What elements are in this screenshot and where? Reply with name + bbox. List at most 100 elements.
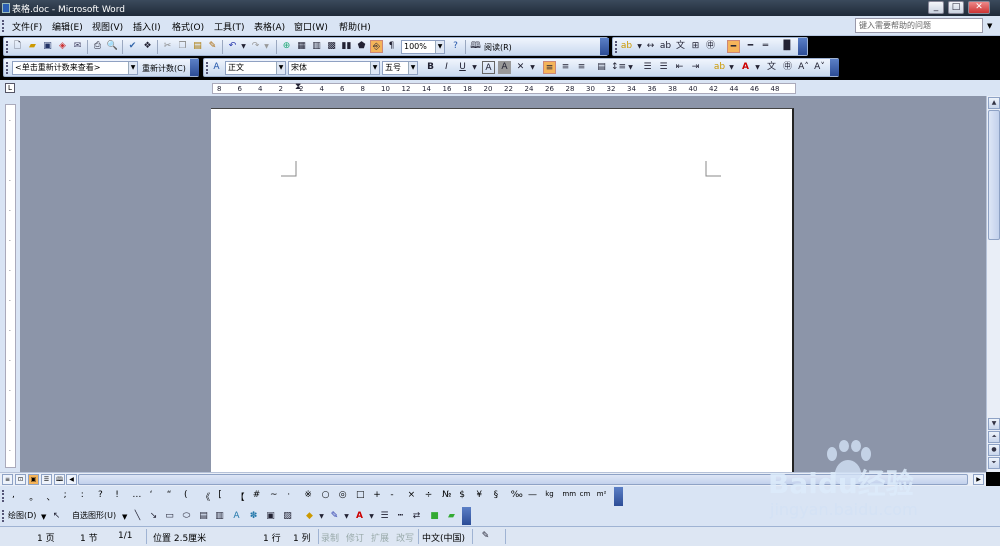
symbol-button[interactable]: $: [459, 490, 465, 500]
word-count-select[interactable]: <单击重新计数来查看> ▼: [12, 61, 138, 75]
symbol-button[interactable]: cm: [580, 490, 591, 498]
toolbar-grip[interactable]: [6, 41, 8, 53]
styles-icon[interactable]: A: [210, 61, 223, 74]
toolbar-grip[interactable]: [206, 62, 208, 74]
style-select[interactable]: 正文 ▼: [225, 61, 286, 75]
menu-tools[interactable]: 工具(T): [214, 20, 245, 33]
insert-table-icon[interactable]: ▥: [310, 40, 323, 53]
menu-insert[interactable]: 插入(I): [133, 20, 161, 33]
save-icon[interactable]: ▣: [41, 40, 54, 53]
diagram-icon[interactable]: ✽: [247, 510, 260, 523]
symbol-button[interactable]: +: [373, 490, 381, 500]
bullets-icon[interactable]: ☰: [657, 61, 670, 74]
3d-style-icon[interactable]: ▰: [445, 510, 458, 523]
autoshapes-button[interactable]: 自选图形(U): [72, 510, 116, 521]
highlight-color-dropdown-icon[interactable]: ▼: [725, 61, 738, 74]
textbox-icon[interactable]: ▤: [197, 510, 210, 523]
menu-file[interactable]: 文件(F): [12, 20, 42, 33]
shrink-font-icon[interactable]: A˅: [813, 61, 826, 74]
indent-marker-icon[interactable]: ⧗: [295, 82, 301, 92]
font-color-draw-dropdown-icon[interactable]: ▼: [365, 510, 378, 523]
status-language[interactable]: 中文(中国): [422, 531, 465, 544]
symbol-button[interactable]: §: [494, 490, 499, 500]
scroll-left-icon[interactable]: ◀: [66, 474, 77, 485]
size-dropdown-icon[interactable]: ▼: [408, 62, 417, 74]
toolbar-options-icon[interactable]: [830, 59, 839, 76]
line-tool-icon[interactable]: ╲: [131, 510, 144, 523]
symbol-button[interactable]: ~: [270, 490, 278, 500]
help-icon[interactable]: ?: [449, 40, 462, 53]
line-color-dropdown-icon[interactable]: ▼: [340, 510, 353, 523]
spelling-status-icon[interactable]: ✎: [479, 530, 492, 543]
outline-view-icon[interactable]: ☰: [41, 474, 52, 485]
symbol-button[interactable]: ?: [98, 490, 103, 500]
menu-help[interactable]: 帮助(H): [339, 20, 371, 33]
vertical-ruler-strip[interactable]: · · · · · · · · · · · ·: [5, 104, 16, 468]
status-record[interactable]: 录制: [321, 531, 339, 544]
arrow-style-icon[interactable]: ⇄: [410, 510, 423, 523]
symbol-button[interactable]: №: [442, 490, 451, 500]
font-dropdown-icon[interactable]: ▼: [370, 62, 379, 74]
symbol-button[interactable]: ◎: [339, 490, 347, 500]
status-extend[interactable]: 扩展: [371, 531, 389, 544]
font-select[interactable]: 宋体 ▼: [288, 61, 380, 75]
symbol-button[interactable]: (: [184, 490, 188, 500]
symbol-button[interactable]: 。: [29, 490, 38, 503]
format-painter-icon[interactable]: ✎: [206, 40, 219, 53]
phonetic-icon[interactable]: 文: [674, 40, 687, 53]
status-overtype[interactable]: 改写: [396, 531, 414, 544]
toolbar-grip[interactable]: [2, 510, 4, 522]
document-page[interactable]: [211, 108, 794, 472]
menu-grip[interactable]: [2, 20, 4, 32]
toolbar-options-icon[interactable]: [614, 487, 623, 506]
symbol-button[interactable]: m²: [597, 490, 607, 498]
autoshapes-dropdown-icon[interactable]: ▼: [122, 513, 127, 521]
zoom-select[interactable]: 100% ▼: [401, 40, 445, 54]
menu-view[interactable]: 视图(V): [92, 20, 123, 33]
word-app-icon[interactable]: [2, 3, 10, 13]
open-folder-icon[interactable]: ▰: [26, 40, 39, 53]
fill-color-dropdown-icon[interactable]: ▼: [315, 510, 328, 523]
strikethrough-icon[interactable]: ab: [659, 40, 672, 53]
paste-icon[interactable]: ▤: [191, 40, 204, 53]
print-layout-icon[interactable]: ▣: [28, 474, 39, 485]
distributed-icon[interactable]: ▤: [595, 61, 608, 74]
table-columns-icon[interactable]: ▐▌: [780, 40, 794, 53]
align-left-icon[interactable]: ≡: [543, 61, 556, 74]
minimize-button[interactable]: _: [928, 1, 944, 14]
select-objects-icon[interactable]: ↖: [50, 510, 63, 523]
draw-menu-button[interactable]: 绘图(D): [8, 510, 36, 521]
symbol-button[interactable]: ※: [304, 490, 312, 500]
drawing-icon[interactable]: ⬟: [355, 40, 368, 53]
char-scale-dropdown-icon[interactable]: ▼: [526, 61, 539, 74]
vertical-scroll-thumb[interactable]: [988, 110, 1000, 240]
show-hide-icon[interactable]: ¶: [385, 40, 398, 53]
symbol-button[interactable]: :: [81, 490, 84, 500]
line-icon[interactable]: ━: [744, 40, 757, 53]
numbering-icon[interactable]: ☰: [641, 61, 654, 74]
symbol-button[interactable]: □: [356, 490, 365, 500]
toolbar-grip[interactable]: [6, 62, 8, 74]
maximize-button[interactable]: □: [948, 1, 964, 14]
vertical-scrollbar[interactable]: ▲ ▼ ⏶ ● ⏷: [986, 96, 1000, 472]
research-icon[interactable]: ❖: [141, 40, 154, 53]
underline-dropdown-icon[interactable]: ▼: [468, 61, 481, 74]
vertical-textbox-icon[interactable]: ▥: [213, 510, 226, 523]
copy-icon[interactable]: ❐: [176, 40, 189, 53]
double-line-icon[interactable]: ═: [759, 40, 772, 53]
symbol-button[interactable]: ‘: [150, 490, 153, 500]
align-center-icon[interactable]: ≡: [559, 61, 572, 74]
char-spacing-icon[interactable]: ↔: [644, 40, 657, 53]
font-color-dropdown-icon[interactable]: ▼: [751, 61, 764, 74]
symbol-button[interactable]: !: [115, 490, 119, 500]
bold-icon[interactable]: B: [424, 61, 437, 74]
draw-dropdown-icon[interactable]: ▼: [41, 513, 46, 521]
symbol-button[interactable]: ×: [408, 490, 416, 500]
hyperlink-icon[interactable]: ⊕: [280, 40, 293, 53]
reading-view-icon[interactable]: 🕮: [54, 474, 65, 485]
scroll-up-icon[interactable]: ▲: [988, 97, 1000, 109]
align-right-icon[interactable]: ≡: [575, 61, 588, 74]
redo-dropdown-icon[interactable]: ▼: [260, 40, 273, 53]
insert-excel-icon[interactable]: ▩: [325, 40, 338, 53]
print-preview-icon[interactable]: 🔍: [106, 40, 119, 53]
